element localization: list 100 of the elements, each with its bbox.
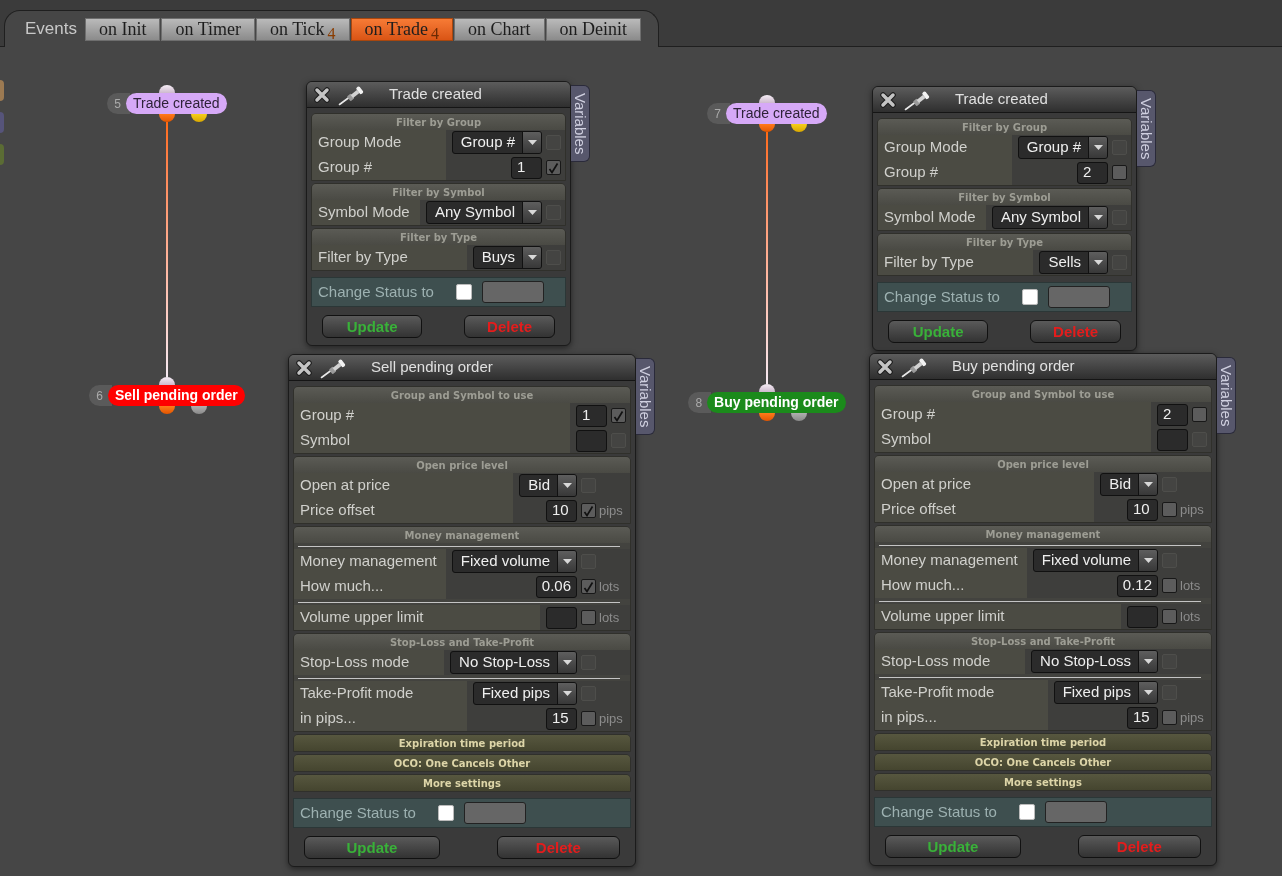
update-button[interactable]: Update [885, 835, 1021, 858]
tab-count: 4 [431, 26, 440, 42]
field-label: Filter by Type [884, 252, 974, 273]
checkbox[interactable] [581, 503, 596, 518]
field-label: Open at price [300, 475, 391, 496]
checkbox[interactable] [1022, 289, 1038, 305]
checkbox[interactable] [438, 805, 454, 821]
dropdown[interactable]: Fixed volume [451, 550, 577, 573]
dropdown[interactable]: Group # [451, 131, 542, 154]
pin-icon[interactable] [901, 355, 929, 378]
close-icon[interactable] [314, 86, 330, 103]
dropdown[interactable]: Bid [519, 474, 577, 497]
input-field[interactable] [546, 606, 577, 629]
pin-icon[interactable] [904, 88, 932, 111]
dropdown[interactable]: Any Symbol [991, 206, 1108, 229]
section-header[interactable]: More settings [294, 775, 630, 791]
checkbox[interactable] [1162, 710, 1177, 725]
checkbox[interactable] [1162, 502, 1177, 517]
input-port-icon[interactable] [159, 85, 175, 93]
input-field[interactable] [1048, 286, 1110, 308]
checkbox[interactable] [1112, 165, 1127, 180]
input-field[interactable]: 10 [546, 499, 577, 522]
input-field[interactable] [1157, 428, 1188, 451]
input-field[interactable]: 0.06 [535, 575, 577, 598]
section-header[interactable]: Expiration time period [294, 735, 630, 751]
section-header[interactable]: More settings [875, 774, 1211, 790]
checkbox[interactable] [456, 284, 472, 300]
input-field[interactable]: 15 [1127, 706, 1158, 729]
input-field[interactable] [482, 281, 544, 303]
update-button[interactable]: Update [888, 320, 989, 343]
output-port-icon[interactable] [791, 413, 807, 421]
update-button[interactable]: Update [322, 315, 423, 338]
close-icon[interactable] [877, 358, 893, 375]
section-header[interactable]: OCO: One Cancels Other [875, 754, 1211, 770]
input-field[interactable]: 0.12 [1116, 574, 1158, 597]
checkbox[interactable] [611, 408, 626, 423]
dropdown[interactable]: No Stop-Loss [450, 651, 577, 674]
input-field[interactable]: 1 [511, 156, 542, 179]
input-port-icon[interactable] [759, 384, 775, 392]
update-button[interactable]: Update [304, 836, 440, 859]
output-port-icon[interactable] [159, 406, 175, 414]
field-label: Group # [881, 404, 936, 425]
node-label[interactable]: Trade created [126, 93, 227, 114]
node-label[interactable]: Buy pending order [707, 392, 846, 413]
variables-tab[interactable]: Variables [1137, 90, 1156, 167]
checkbox[interactable] [546, 160, 561, 175]
input-field[interactable]: 2 [1157, 403, 1188, 426]
variables-tab[interactable]: Variables [1217, 357, 1236, 434]
pin-icon[interactable] [320, 356, 348, 379]
dropdown[interactable]: Bid [1100, 473, 1158, 496]
checkbox[interactable] [1162, 609, 1177, 624]
checkbox[interactable] [1192, 407, 1207, 422]
checkbox[interactable] [581, 579, 596, 594]
checkbox[interactable] [581, 711, 596, 726]
output-port-icon[interactable] [791, 124, 807, 132]
output-port-icon[interactable] [159, 114, 175, 122]
field-label: Volume upper limit [881, 606, 1005, 627]
section-header[interactable]: Expiration time period [875, 734, 1211, 750]
input-field[interactable]: 2 [1077, 161, 1108, 184]
input-field[interactable] [1045, 801, 1107, 823]
field-label: Stop-Loss mode [300, 652, 410, 673]
section-header[interactable]: OCO: One Cancels Other [294, 755, 630, 771]
event-tab[interactable]: on Timer [161, 17, 255, 41]
event-tab[interactable]: on Chart [454, 17, 545, 41]
caret-icon [527, 140, 537, 145]
caret-icon [562, 483, 572, 488]
field-label: Symbol Mode [884, 207, 976, 228]
dropdown[interactable]: Fixed volume [1032, 549, 1158, 572]
caret-icon [1143, 659, 1153, 664]
close-icon[interactable] [880, 91, 896, 108]
pin-icon[interactable] [338, 83, 366, 106]
event-tab[interactable]: on Init [85, 17, 161, 41]
dropdown[interactable]: Any Symbol [425, 201, 542, 224]
input-field[interactable]: 15 [546, 707, 577, 730]
output-port-icon[interactable] [759, 124, 775, 132]
dropdown[interactable]: Fixed pips [472, 682, 577, 705]
output-port-icon[interactable] [759, 413, 775, 421]
variables-tab[interactable]: Variables [571, 85, 590, 162]
dropdown[interactable]: Buys [472, 246, 542, 269]
checkbox[interactable] [1019, 804, 1035, 820]
input-field[interactable]: 10 [1127, 498, 1158, 521]
node-label[interactable]: Trade created [726, 103, 827, 124]
output-port-icon[interactable] [191, 406, 207, 414]
dropdown[interactable]: Sells [1039, 251, 1108, 274]
input-field[interactable]: 1 [576, 404, 607, 427]
output-port-icon[interactable] [191, 114, 207, 122]
input-field[interactable] [464, 802, 526, 824]
input-port-icon[interactable] [159, 377, 175, 385]
close-icon[interactable] [296, 359, 312, 376]
checkbox[interactable] [581, 610, 596, 625]
variables-tab[interactable]: Variables [636, 358, 655, 435]
event-tab[interactable]: on Deinit [545, 17, 642, 41]
dropdown[interactable]: No Stop-Loss [1031, 650, 1158, 673]
input-port-icon[interactable] [759, 95, 775, 103]
dropdown[interactable]: Group # [1017, 136, 1108, 159]
dropdown[interactable]: Fixed pips [1053, 681, 1158, 704]
input-field[interactable] [576, 429, 607, 452]
checkbox[interactable] [1162, 578, 1177, 593]
node-label[interactable]: Sell pending order [107, 385, 245, 406]
input-field[interactable] [1127, 605, 1158, 628]
